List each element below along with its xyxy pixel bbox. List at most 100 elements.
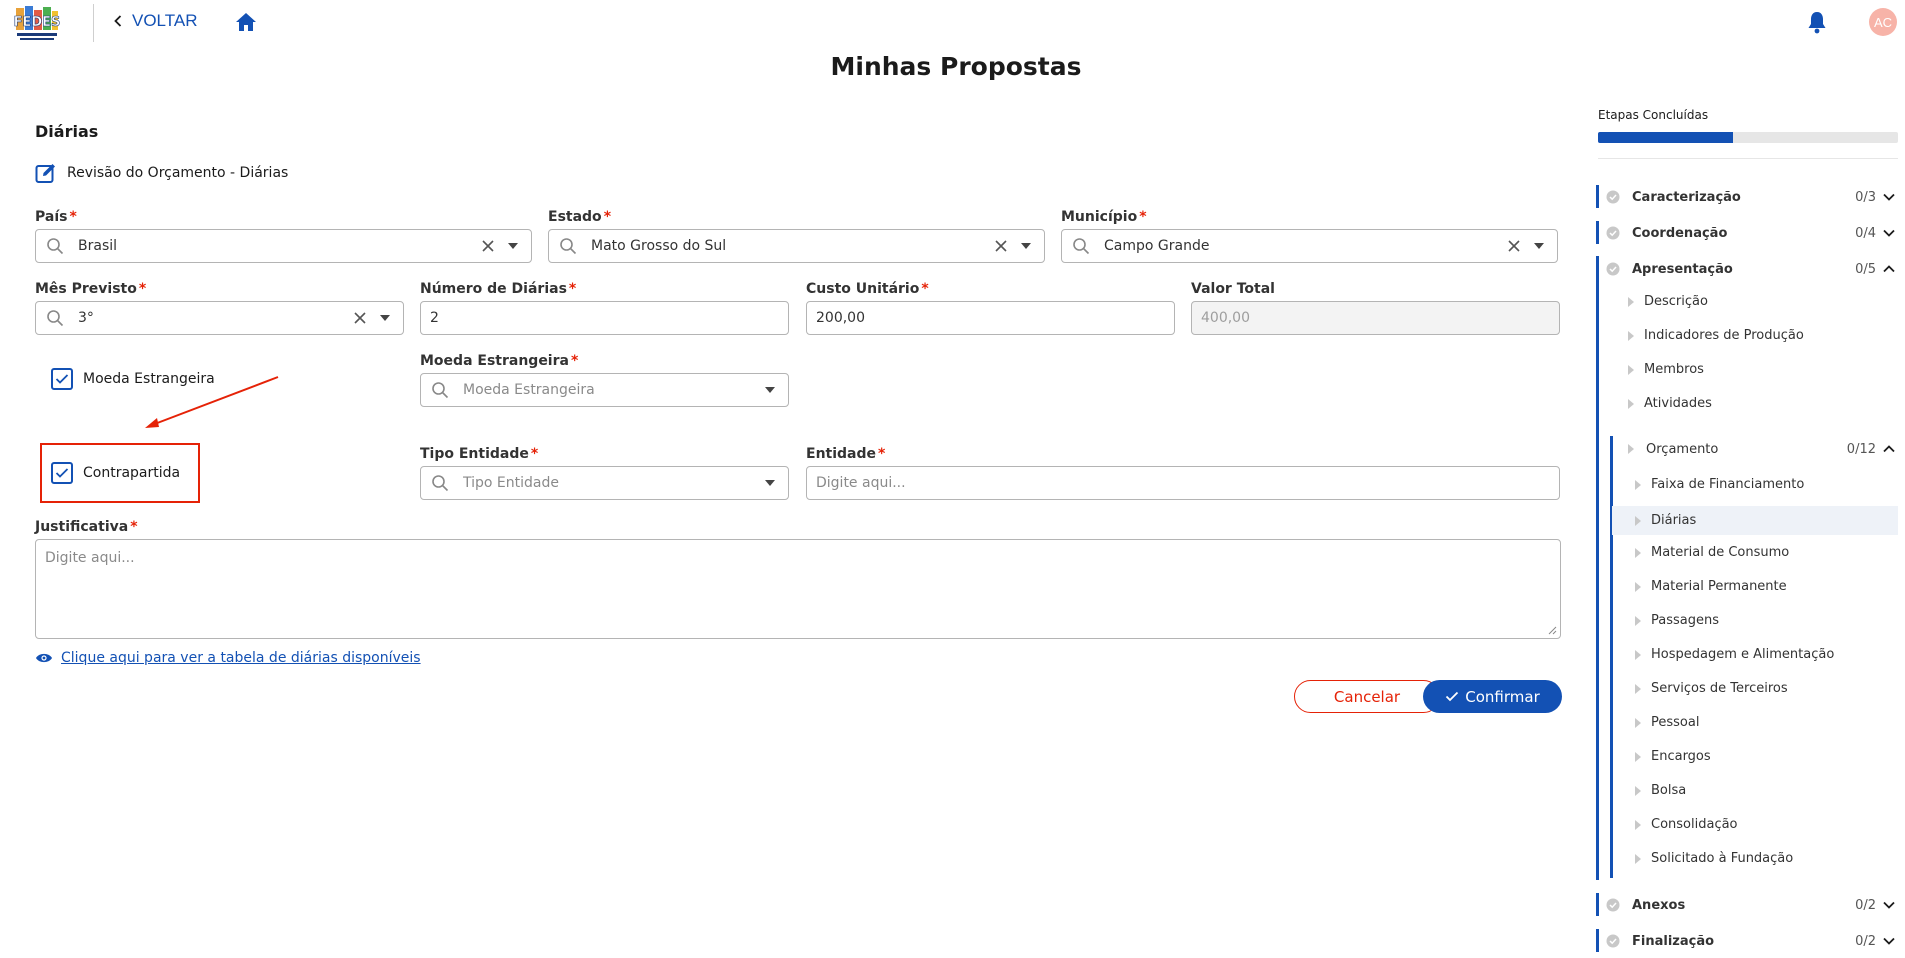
caret-right-icon — [1635, 853, 1641, 864]
sidebar-section-caracterizacao[interactable]: Caracterização 0/3 — [1606, 188, 1898, 206]
numero-diarias-input[interactable]: 2 — [420, 301, 789, 335]
sidebar-item-diarias[interactable]: Diárias — [1612, 506, 1898, 535]
entidade-label: Entidade * — [806, 446, 885, 462]
estado-select[interactable]: Mato Grosso do Sul — [548, 229, 1045, 263]
confirm-button[interactable]: Confirmar — [1423, 680, 1562, 713]
sidebar-item-material-permanente[interactable]: Material Permanente — [1635, 579, 1787, 594]
mes-previsto-value: 3° — [78, 310, 94, 326]
check-icon — [55, 374, 69, 384]
sidebar-section-count: 0/5 — [1855, 261, 1876, 277]
sidebar-item-consolidacao[interactable]: Consolidação — [1635, 817, 1738, 832]
sidebar-item-descricao[interactable]: Descrição — [1628, 294, 1708, 309]
clear-icon[interactable] — [481, 239, 495, 253]
clear-icon[interactable] — [1507, 239, 1521, 253]
sidebar-item-label: Passagens — [1651, 613, 1719, 628]
chevron-down-icon[interactable] — [1883, 901, 1895, 909]
check-circle-icon — [1606, 934, 1620, 948]
municipio-select[interactable]: Campo Grande — [1061, 229, 1558, 263]
steps-progress-bar — [1598, 132, 1898, 143]
sidebar-section-apresentacao[interactable]: Apresentação 0/5 — [1606, 260, 1898, 278]
caret-right-icon — [1635, 751, 1641, 762]
sidebar-item-pessoal[interactable]: Pessoal — [1635, 715, 1699, 730]
sidebar-section-anexos[interactable]: Anexos 0/2 — [1606, 896, 1898, 914]
custo-unitario-value: 200,00 — [816, 310, 865, 326]
sidebar-divider — [1598, 158, 1898, 159]
sidebar-item-membros[interactable]: Membros — [1628, 362, 1704, 377]
sidebar-item-orcamento[interactable]: Orçamento 0/12 — [1628, 440, 1898, 458]
contrapartida-checkbox[interactable]: Contrapartida — [51, 462, 180, 484]
sidebar-item-label: Diárias — [1651, 513, 1697, 528]
tipo-entidade-label: Tipo Entidade * — [420, 446, 538, 462]
justificativa-placeholder: Digite aqui... — [45, 550, 135, 566]
home-icon[interactable] — [235, 12, 257, 32]
required-mark: * — [921, 281, 929, 297]
sidebar-section-finalizacao[interactable]: Finalização 0/2 — [1606, 932, 1898, 950]
caret-down-icon[interactable] — [764, 386, 776, 394]
required-mark: * — [603, 209, 612, 225]
entidade-input[interactable]: Digite aqui... — [806, 466, 1560, 500]
caret-down-icon[interactable] — [764, 479, 776, 487]
moeda-estrangeira-select[interactable]: Moeda Estrangeira — [420, 373, 789, 407]
resize-handle-icon[interactable] — [1547, 625, 1557, 635]
required-mark: * — [530, 446, 539, 462]
back-label: VOLTAR — [132, 11, 198, 30]
caret-down-icon[interactable] — [507, 242, 519, 250]
caret-down-icon[interactable] — [1020, 242, 1032, 250]
chevron-up-icon[interactable] — [1883, 265, 1895, 273]
municipio-label-text: Município — [1061, 209, 1138, 225]
check-circle-icon — [1606, 898, 1620, 912]
clear-icon[interactable] — [353, 311, 367, 325]
sidebar-section-coordenacao[interactable]: Coordenação 0/4 — [1606, 224, 1898, 242]
caret-right-icon — [1635, 581, 1641, 592]
custo-unitario-input[interactable]: 200,00 — [806, 301, 1175, 335]
sidebar-item-bolsa[interactable]: Bolsa — [1635, 783, 1686, 798]
search-icon — [432, 382, 449, 399]
sidebar-item-faixa-financiamento[interactable]: Faixa de Financiamento — [1635, 477, 1804, 492]
chevron-down-icon[interactable] — [1883, 193, 1895, 201]
sidebar-item-label: Bolsa — [1651, 783, 1687, 798]
sidebar-item-atividades[interactable]: Atividades — [1628, 396, 1712, 411]
sidebar-item-label: Hospedagem e Alimentação — [1651, 647, 1835, 662]
tipo-entidade-select[interactable]: Tipo Entidade — [420, 466, 789, 500]
sidebar-item-passagens[interactable]: Passagens — [1635, 613, 1719, 628]
pais-select[interactable]: Brasil — [35, 229, 532, 263]
checkbox-box[interactable] — [51, 462, 73, 484]
sidebar-item-material-consumo[interactable]: Material de Consumo — [1635, 545, 1789, 560]
estado-value: Mato Grosso do Sul — [591, 238, 727, 254]
checkbox-box[interactable] — [51, 368, 73, 390]
sidebar-item-label: Indicadores de Produção — [1644, 328, 1804, 343]
tipo-entidade-placeholder: Tipo Entidade — [463, 475, 559, 491]
page-title: Minhas Propostas — [830, 52, 1082, 81]
chevron-up-icon[interactable] — [1883, 445, 1895, 453]
sidebar-item-hospedagem[interactable]: Hospedagem e Alimentação — [1635, 647, 1834, 662]
mes-previsto-select[interactable]: 3° — [35, 301, 404, 335]
caret-down-icon[interactable] — [379, 314, 391, 322]
cancel-button[interactable]: Cancelar — [1294, 680, 1440, 713]
sidebar-item-encargos[interactable]: Encargos — [1635, 749, 1711, 764]
sidebar-item-label: Descrição — [1644, 294, 1708, 309]
tabela-diarias-link[interactable]: Clique aqui para ver a tabela de diárias… — [35, 650, 421, 666]
sidebar-item-solicitado-fundacao[interactable]: Solicitado à Fundação — [1635, 851, 1793, 866]
back-button[interactable]: VOLTAR — [114, 10, 198, 32]
svg-text:FEDES: FEDES — [14, 15, 60, 30]
caret-right-icon — [1628, 444, 1634, 454]
fedes-logo[interactable]: FEDES — [13, 2, 61, 46]
chevron-down-icon[interactable] — [1883, 229, 1895, 237]
sidebar-item-servicos-terceiros[interactable]: Serviços de Terceiros — [1635, 681, 1788, 696]
form-subtitle-text: Revisão do Orçamento - Diárias — [67, 165, 289, 181]
clear-icon[interactable] — [994, 239, 1008, 253]
municipio-label: Município * — [1061, 209, 1147, 225]
check-circle-icon — [1606, 262, 1620, 276]
section-title: Diárias — [35, 122, 99, 141]
sidebar-item-indicadores[interactable]: Indicadores de Produção — [1628, 328, 1804, 343]
sidebar-section-count: 0/4 — [1855, 225, 1876, 241]
chevron-down-icon[interactable] — [1883, 937, 1895, 945]
justificativa-textarea[interactable]: Digite aqui... — [35, 539, 1561, 639]
edit-icon — [35, 164, 55, 183]
section-bar — [1596, 256, 1599, 880]
numero-diarias-value: 2 — [430, 310, 439, 326]
user-avatar[interactable]: AC — [1869, 8, 1897, 36]
caret-down-icon[interactable] — [1533, 242, 1545, 250]
bell-icon[interactable] — [1806, 10, 1828, 34]
header-divider — [93, 4, 94, 42]
